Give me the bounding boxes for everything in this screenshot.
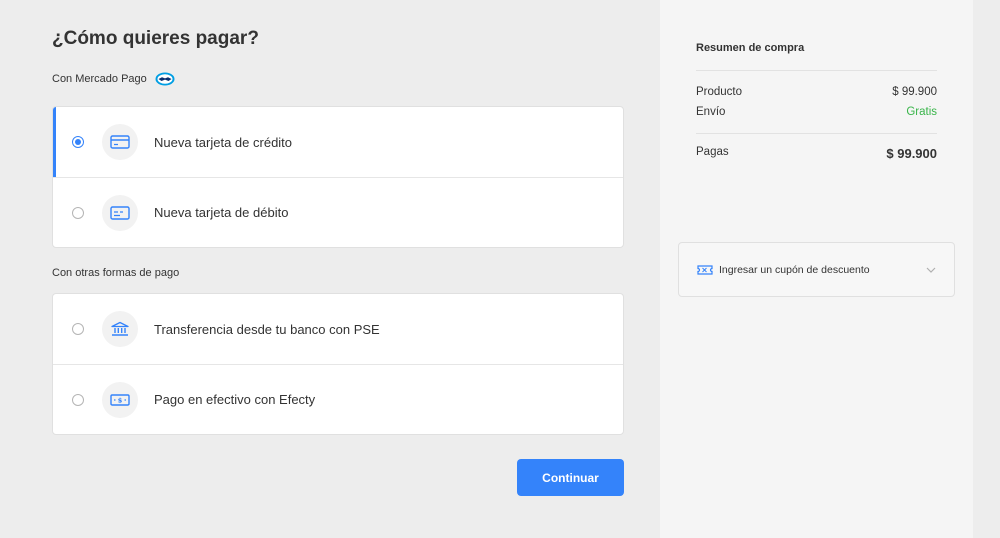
radio-debit-card[interactable] [72, 206, 84, 219]
section-mercado-pago: Con Mercado Pago [52, 72, 175, 86]
option-credit-card-label: Nueva tarjeta de crédito [154, 134, 293, 150]
option-efecty-cash-label: Pago en efectivo con Efecty [154, 392, 316, 407]
continue-button[interactable]: Continuar [517, 459, 624, 496]
ticket-icon [697, 264, 713, 275]
summary-row-product: Producto $ 99.900 [696, 86, 937, 98]
option-pse-transfer-label: Transferencia desde tu banco con PSE [154, 321, 380, 337]
summary-divider-top [696, 70, 937, 71]
mercado-pago-options: Nueva tarjeta de crédito Nueva tarjeta d… [52, 106, 624, 248]
coupon-toggle[interactable]: Ingresar un cupón de descuento [678, 242, 955, 297]
radio-pse-transfer[interactable] [72, 323, 84, 335]
summary-row-total: Pagas $ 99.900 [696, 146, 937, 161]
option-pse-transfer[interactable]: Transferencia desde tu banco con PSE [53, 294, 623, 364]
shipping-label: Envío [696, 106, 726, 118]
debit-card-icon [102, 194, 138, 231]
option-debit-card-label: Nueva tarjeta de débito [154, 205, 289, 220]
summary-title: Resumen de compra [696, 42, 805, 54]
option-debit-card[interactable]: Nueva tarjeta de débito [53, 177, 623, 247]
summary-row-shipping: Envío Gratis [696, 106, 937, 118]
svg-text:$: $ [118, 396, 123, 404]
shipping-value: Gratis [906, 106, 937, 118]
product-label: Producto [696, 86, 743, 98]
summary-divider-bottom [696, 133, 937, 134]
option-credit-card[interactable]: Nueva tarjeta de crédito [53, 107, 623, 177]
bank-icon [102, 311, 138, 347]
product-value: $ 99.900 [892, 86, 937, 98]
section-other-methods: Con otras formas de pago [52, 267, 179, 279]
radio-credit-card[interactable] [72, 136, 84, 148]
credit-card-icon [102, 124, 138, 160]
section-other-methods-label: Con otras formas de pago [52, 267, 180, 279]
cash-icon: $ [102, 381, 138, 418]
option-efecty-cash[interactable]: $ Pago en efectivo con Efecty [53, 364, 623, 434]
section-mercado-pago-label: Con Mercado Pago [52, 73, 147, 85]
total-value: $ 99.900 [886, 146, 937, 161]
chevron-down-icon [926, 267, 936, 273]
mercado-pago-handshake-icon [155, 72, 175, 86]
coupon-label: Ingresar un cupón de descuento [719, 263, 870, 276]
radio-efecty-cash[interactable] [72, 393, 84, 406]
total-label: Pagas [696, 146, 729, 158]
page-title: ¿Cómo quieres pagar? [52, 28, 259, 49]
purchase-summary-sidebar: Resumen de compra Producto $ 99.900 Enví… [660, 0, 973, 538]
other-payment-options: Transferencia desde tu banco con PSE $ P… [52, 293, 624, 435]
